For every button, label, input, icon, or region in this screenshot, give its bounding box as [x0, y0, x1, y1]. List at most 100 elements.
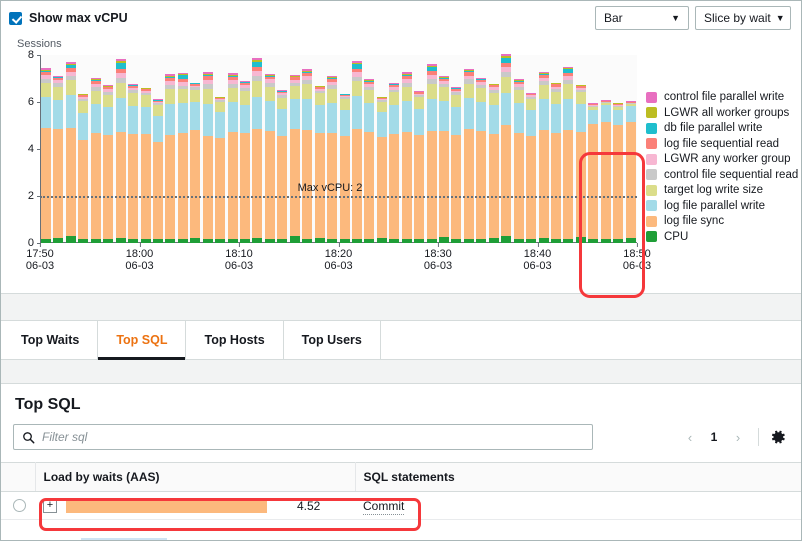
table-row[interactable]: +4.52Commit	[1, 492, 801, 520]
legend-item[interactable]: log file sequential read	[646, 138, 798, 150]
chart-bar[interactable]	[240, 81, 250, 243]
chart-bar[interactable]	[427, 64, 437, 243]
y-axis-tick-label: 8	[28, 49, 40, 61]
chart-bar[interactable]	[78, 94, 88, 243]
chart-bar[interactable]	[190, 83, 200, 243]
legend-item[interactable]: log file sync	[646, 215, 798, 227]
metrics-tab-list[interactable]: Top WaitsTop SQLTop HostsTop Users	[1, 321, 801, 360]
chart-bar[interactable]	[464, 69, 474, 243]
chart-bar[interactable]	[252, 58, 262, 243]
chart-bar[interactable]	[315, 86, 325, 243]
chart-bar[interactable]	[389, 83, 399, 243]
chart-bar[interactable]	[626, 101, 636, 243]
chart-bar[interactable]	[588, 103, 598, 243]
chart-bar[interactable]	[178, 73, 188, 243]
bar-segment	[489, 238, 499, 243]
chart-bar[interactable]	[364, 79, 374, 243]
bar-segment	[340, 239, 350, 243]
chart-bar[interactable]	[91, 78, 101, 243]
tab-top-waits[interactable]: Top Waits	[3, 321, 98, 359]
bar-segment	[613, 110, 623, 125]
legend-label: db file parallel write	[664, 122, 762, 134]
legend-item[interactable]: log file parallel write	[646, 200, 798, 212]
sql-column-header[interactable]: SQL statements	[355, 463, 801, 492]
chart-bar[interactable]	[451, 87, 461, 243]
chart-bar[interactable]	[277, 90, 287, 243]
chart-bar[interactable]	[526, 93, 536, 243]
chart-bar[interactable]	[228, 73, 238, 243]
legend-item[interactable]: CPU	[646, 231, 798, 243]
row-radio-button[interactable]	[13, 499, 26, 512]
legend-item[interactable]: control file parallel write	[646, 91, 798, 103]
page-number[interactable]: 1	[704, 430, 724, 444]
bar-segment	[451, 135, 461, 239]
chart-bar[interactable]	[551, 83, 561, 243]
chart-bar[interactable]	[514, 79, 524, 243]
legend-item[interactable]: target log write size	[646, 184, 798, 196]
chart-bar[interactable]	[165, 74, 175, 243]
chart-type-select[interactable]: Bar ▼	[595, 6, 689, 30]
show-max-vcpu-checkbox-group[interactable]: Show max vCPU	[9, 11, 128, 25]
search-input[interactable]: Filter sql	[13, 424, 593, 450]
slice-by-select[interactable]: Slice by wait ▼	[695, 6, 791, 30]
chart-bar[interactable]	[489, 84, 499, 244]
previous-page-button[interactable]: ‹	[680, 427, 700, 447]
tab-top-users[interactable]: Top Users	[284, 321, 381, 359]
chart-bar[interactable]	[476, 78, 486, 243]
legend-item[interactable]: control file sequential read	[646, 169, 798, 181]
chart-bar[interactable]	[439, 76, 449, 243]
expand-row-button[interactable]: +	[43, 499, 57, 513]
chart-bar[interactable]	[53, 76, 63, 243]
bar-segment	[327, 239, 337, 243]
pagination[interactable]: ‹ 1 ›	[680, 427, 789, 447]
chart-bar[interactable]	[501, 54, 511, 243]
chart-bar[interactable]	[539, 72, 549, 243]
chart-legend[interactable]: control file parallel write LGWR all work…	[646, 91, 798, 243]
chart-plot-area[interactable]: Max vCPU: 2 02468 17:5006-0318:0006-0318…	[40, 55, 637, 243]
chart-bar[interactable]	[402, 72, 412, 243]
chart-bar[interactable]	[103, 85, 113, 243]
tab-top-hosts[interactable]: Top Hosts	[186, 321, 283, 359]
bar-segment	[53, 87, 63, 100]
bar-segment	[539, 99, 549, 130]
legend-item[interactable]: LGWR any worker group	[646, 153, 798, 165]
gear-icon[interactable]	[769, 428, 787, 446]
top-sql-panel: Top SQL Filter sql ‹ 1 ›	[1, 383, 801, 520]
chart-bar[interactable]	[265, 74, 275, 243]
stacked-bar-series[interactable]	[40, 55, 637, 243]
bar-segment	[215, 138, 225, 239]
bar-segment	[91, 239, 101, 243]
chart-bar[interactable]	[203, 72, 213, 243]
chart-bar[interactable]	[66, 62, 76, 243]
bar-segment	[41, 83, 51, 97]
chart-bar[interactable]	[377, 97, 387, 243]
load-column-header[interactable]: Load by waits (AAS)	[35, 463, 355, 492]
chart-bar[interactable]	[340, 94, 350, 243]
chart-bar[interactable]	[576, 85, 586, 243]
chart-bar[interactable]	[414, 91, 424, 243]
chart-bar[interactable]	[215, 97, 225, 243]
chart-bar[interactable]	[352, 61, 362, 243]
legend-swatch	[646, 154, 657, 165]
bar-segment	[514, 133, 524, 239]
tab-top-sql[interactable]: Top SQL	[98, 321, 186, 359]
chart-bar[interactable]	[327, 76, 337, 243]
chart-bar[interactable]	[41, 68, 51, 243]
sql-statement-link[interactable]: Commit	[363, 499, 404, 515]
bar-segment	[576, 92, 586, 104]
chart-bar[interactable]	[613, 103, 623, 243]
chart-bar[interactable]	[153, 99, 163, 243]
chart-bar[interactable]	[116, 59, 126, 243]
checkbox-icon[interactable]	[9, 12, 22, 25]
row-select-cell[interactable]	[1, 492, 35, 520]
chart-bar[interactable]	[601, 100, 611, 243]
legend-item[interactable]: db file parallel write	[646, 122, 798, 134]
legend-item[interactable]: LGWR all worker groups	[646, 107, 798, 119]
chart-bar[interactable]	[302, 69, 312, 243]
chart-bar[interactable]	[128, 84, 138, 243]
chart-bar[interactable]	[141, 88, 151, 243]
chart-bar[interactable]	[290, 75, 300, 243]
chart-bar[interactable]	[563, 67, 573, 243]
next-page-button[interactable]: ›	[728, 427, 748, 447]
x-axis-tick-label: 18:5006-03	[623, 248, 651, 272]
